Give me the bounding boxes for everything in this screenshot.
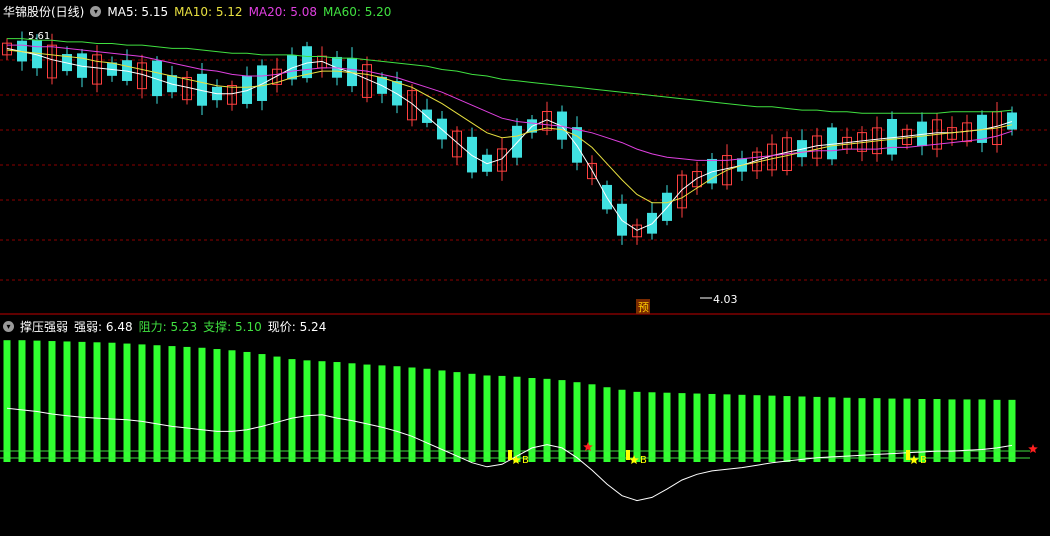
resistance-value: 阻力: 5.23 <box>138 320 198 334</box>
strength-bar <box>483 375 491 462</box>
strength-bars <box>3 340 1016 462</box>
strength-bar <box>33 340 41 462</box>
collapse-icon[interactable]: ▾ <box>90 6 102 17</box>
strength-bar <box>978 399 986 462</box>
strength-bar <box>18 340 26 462</box>
price-value: 现价: 5.24 <box>267 320 327 334</box>
strength-bar <box>453 372 461 462</box>
strength-bar <box>393 366 401 462</box>
strength-bar <box>303 360 311 462</box>
candle-body <box>467 136 477 173</box>
buy-label: B <box>920 455 927 466</box>
strength-bar <box>723 394 731 462</box>
strength-bar <box>348 363 356 462</box>
ma60-value: MA60: 5.20 <box>323 4 392 19</box>
strength-bar <box>843 397 851 462</box>
strength-bar <box>828 397 836 462</box>
candle-body <box>887 119 897 155</box>
collapse-icon[interactable]: ▾ <box>3 321 14 332</box>
price-annotations: 5.61 4.03 预 <box>28 31 738 314</box>
strength-bar <box>78 341 86 462</box>
strength-bar <box>993 399 1001 462</box>
strength-bar <box>168 346 176 462</box>
bottom-header: ▾ 撑压强弱 强弱: 6.48 阻力: 5.23 支撑: 5.10 现价: 5.… <box>3 318 332 335</box>
strength-bar <box>933 399 941 462</box>
top-header: 华锦股份(日线) ▾ MA5: 5.15 MA10: 5.12 MA20: 5.… <box>3 3 397 20</box>
strength-bar <box>288 359 296 462</box>
candle-body <box>392 80 402 106</box>
strength-bar <box>363 364 371 462</box>
ma5-value: MA5: 5.15 <box>107 4 169 19</box>
strength-bar <box>108 342 116 462</box>
strength-bar <box>648 392 656 462</box>
strength-bar <box>543 378 551 462</box>
strength-bar <box>873 398 881 462</box>
strength-bar <box>213 349 221 462</box>
strength-bar <box>948 399 956 462</box>
strength-bar <box>318 361 326 462</box>
strength-bar <box>1008 399 1016 462</box>
strength-bar <box>408 367 416 462</box>
candle-body <box>512 125 522 158</box>
strength-value: 强弱: 6.48 <box>74 320 133 334</box>
strength-bar <box>813 396 821 462</box>
strength-bar <box>258 354 266 462</box>
strength-bar <box>498 375 506 462</box>
strength-bar <box>858 398 866 462</box>
strength-bar <box>423 368 431 462</box>
strength-bar <box>663 392 671 462</box>
ma-line-ma10 <box>6 49 1013 204</box>
strength-bar <box>738 394 746 462</box>
strength-bar <box>588 384 596 462</box>
strength-bar <box>93 342 101 462</box>
strength-bar <box>243 351 251 462</box>
strength-bar <box>378 365 386 462</box>
candle-body <box>1007 112 1017 130</box>
strength-bar <box>138 344 146 462</box>
warn-label: 预 <box>638 301 649 314</box>
strength-bar <box>273 356 281 462</box>
candle-body <box>242 75 252 104</box>
sell-star-icon <box>1028 444 1038 453</box>
strength-bar <box>783 396 791 462</box>
strength-bar <box>198 347 206 462</box>
candle-body <box>332 56 342 78</box>
strength-bar <box>183 346 191 462</box>
strength-bar <box>768 395 776 462</box>
ma20-value: MA20: 5.08 <box>248 4 317 19</box>
buy-star-icon <box>909 455 919 464</box>
strength-bar <box>228 350 236 462</box>
strength-bar <box>468 373 476 462</box>
ma10-value: MA10: 5.12 <box>174 4 243 19</box>
stock-title[interactable]: 华锦股份(日线) <box>3 3 84 20</box>
buy-label: B <box>640 455 647 466</box>
strength-bar <box>678 393 686 462</box>
strength-bar <box>48 341 56 462</box>
strength-bar <box>513 376 521 462</box>
strength-bar <box>153 345 161 462</box>
strength-bar <box>963 399 971 462</box>
candle-body <box>257 65 267 101</box>
low-label: 4.03 <box>713 293 738 306</box>
strength-bar <box>3 340 11 462</box>
chart-stage: B B B 5.61 4.03 预 <box>0 31 1050 502</box>
strength-bar <box>123 343 131 462</box>
high-label: 5.61 <box>28 31 50 42</box>
candle-body <box>572 127 582 163</box>
strength-bar <box>573 382 581 462</box>
strength-bar <box>63 341 71 462</box>
strength-bar <box>333 362 341 462</box>
support-value: 支撑: 5.10 <box>203 320 262 334</box>
strength-bar <box>888 398 896 462</box>
strength-bar <box>798 396 806 462</box>
strength-bar <box>753 395 761 462</box>
buy-label: B <box>522 455 529 466</box>
strength-bar <box>708 393 716 462</box>
indicator-title[interactable]: 撑压强弱 <box>20 318 68 335</box>
strength-bar <box>693 393 701 462</box>
